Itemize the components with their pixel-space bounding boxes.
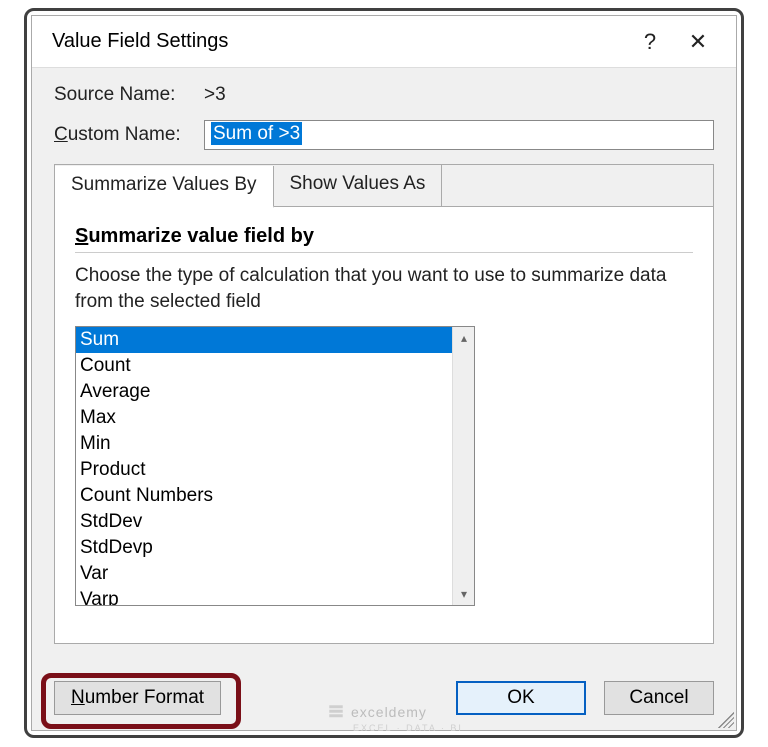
custom-name-row: Custom Name: Sum of >3 (54, 120, 714, 150)
list-item[interactable]: StdDevp (76, 535, 454, 561)
list-item[interactable]: Varp (76, 587, 454, 605)
tab-summarize-values-by[interactable]: Summarize Values By (55, 166, 274, 208)
number-format-button[interactable]: Number Format (54, 681, 221, 715)
custom-name-label: Custom Name: (54, 124, 204, 146)
scroll-down-icon[interactable]: ▾ (453, 583, 475, 605)
list-item[interactable]: Count (76, 353, 454, 379)
cancel-button[interactable]: Cancel (604, 681, 714, 715)
listbox-inner: SumCountAverageMaxMinProductCount Number… (76, 327, 454, 605)
help-button[interactable]: ? (626, 18, 674, 66)
tab-show-values-as[interactable]: Show Values As (274, 165, 443, 206)
list-item[interactable]: Count Numbers (76, 483, 454, 509)
list-item[interactable]: Min (76, 431, 454, 457)
tab-body: Summarize value field by Choose the type… (55, 207, 713, 624)
watermark-sub: EXCEL · DATA · BI (353, 723, 463, 733)
source-name-value: >3 (204, 84, 226, 106)
ok-button[interactable]: OK (456, 681, 586, 715)
watermark-logo-icon (327, 703, 345, 721)
source-name-row: Source Name: >3 (54, 84, 714, 106)
titlebar: Value Field Settings ? ✕ (32, 16, 736, 68)
list-item[interactable]: Average (76, 379, 454, 405)
function-listbox[interactable]: SumCountAverageMaxMinProductCount Number… (75, 326, 475, 606)
list-item[interactable]: StdDev (76, 509, 454, 535)
tab-strip: Summarize Values By Show Values As (55, 165, 713, 207)
resize-grip-icon[interactable] (718, 712, 734, 728)
custom-name-input[interactable]: Sum of >3 (204, 120, 714, 150)
source-name-label: Source Name: (54, 84, 204, 106)
dialog: Value Field Settings ? ✕ Source Name: >3… (31, 15, 737, 731)
list-item[interactable]: Product (76, 457, 454, 483)
scroll-up-icon[interactable]: ▴ (453, 327, 475, 349)
list-item[interactable]: Max (76, 405, 454, 431)
tab-container: Summarize Values By Show Values As Summa… (54, 164, 714, 644)
section-hint: Choose the type of calculation that you … (75, 263, 693, 314)
scrollbar[interactable]: ▴ ▾ (452, 327, 474, 605)
dialog-title: Value Field Settings (52, 30, 626, 53)
list-item[interactable]: Var (76, 561, 454, 587)
list-item[interactable]: Sum (76, 327, 454, 353)
dialog-content: Source Name: >3 Custom Name: Sum of >3 S… (32, 68, 736, 644)
watermark: exceldemy (327, 703, 427, 721)
close-button[interactable]: ✕ (674, 18, 722, 66)
section-title: Summarize value field by (75, 225, 693, 253)
custom-name-value: Sum of >3 (211, 122, 302, 145)
outer-frame: Value Field Settings ? ✕ Source Name: >3… (24, 8, 744, 738)
